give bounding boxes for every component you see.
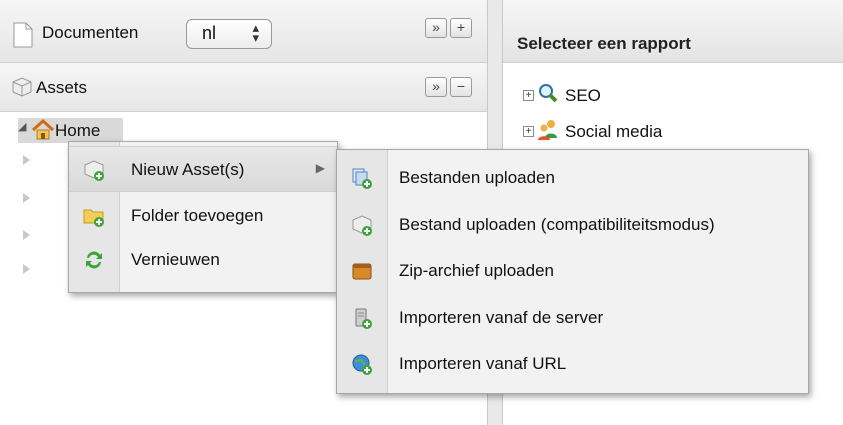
add-documents-panel-button[interactable]: + <box>450 18 472 38</box>
report-label: SEO <box>565 86 601 105</box>
files-upload-icon <box>352 168 372 189</box>
magnifier-icon <box>539 84 558 103</box>
assets-header: Assets » − <box>0 63 487 112</box>
language-select[interactable]: nl ▴ ▾ <box>186 19 272 49</box>
menu-item-upload-compat[interactable]: Bestand uploaden (compatibiliteitsmodus) <box>337 202 808 246</box>
documents-header: Documenten nl ▴ ▾ » + <box>0 0 487 63</box>
collapsed-arrow-icon[interactable] <box>23 193 30 203</box>
report-header: Selecteer een rapport <box>503 0 843 63</box>
document-icon <box>13 22 33 48</box>
collapse-assets-button[interactable]: − <box>450 77 472 97</box>
collapsed-arrow-icon[interactable] <box>23 155 30 165</box>
menu-item-add-folder[interactable]: Folder toevoegen <box>69 193 337 237</box>
collapsed-arrow-icon[interactable] <box>23 230 30 240</box>
assets-icon <box>12 77 32 97</box>
new-assets-submenu: Bestanden uploaden Bestand uploaden (com… <box>336 149 809 394</box>
folder-add-icon <box>83 209 104 227</box>
globe-import-icon <box>352 354 372 375</box>
server-import-icon <box>355 308 372 329</box>
menu-item-new-assets[interactable]: Nieuw Asset(s) ▶ <box>69 146 337 192</box>
zip-archive-icon <box>352 263 372 280</box>
report-item-social-media[interactable]: + Social media <box>523 118 723 144</box>
assets-label: Assets <box>36 78 88 97</box>
new-asset-icon <box>84 160 104 181</box>
documents-label: Documenten <box>42 23 139 42</box>
menu-item-upload-files[interactable]: Bestanden uploaden <box>337 155 808 199</box>
tree-item-home[interactable]: ◢ Home <box>18 118 123 143</box>
expanded-arrow-icon: ◢ <box>18 121 27 133</box>
expand-plus-icon[interactable]: + <box>523 90 534 101</box>
report-label: Social media <box>565 122 663 141</box>
expand-assets-button[interactable]: » <box>425 77 447 97</box>
menu-item-upload-zip[interactable]: Zip-archief uploaden <box>337 248 808 292</box>
asset-upload-icon <box>352 215 372 236</box>
menu-item-import-server[interactable]: Importeren vanaf de server <box>337 295 808 339</box>
report-header-title: Selecteer een rapport <box>517 34 691 53</box>
expand-documents-button[interactable]: » <box>425 18 447 38</box>
submenu-arrow-icon: ▶ <box>315 161 325 175</box>
refresh-icon <box>86 251 102 269</box>
report-item-seo[interactable]: + SEO <box>523 82 723 108</box>
select-arrows-icon: ▴ ▾ <box>252 20 259 45</box>
menu-item-refresh[interactable]: Vernieuwen <box>69 237 337 281</box>
menu-item-import-url[interactable]: Importeren vanaf URL <box>337 341 808 385</box>
collapsed-arrow-icon[interactable] <box>23 264 30 274</box>
expand-plus-icon[interactable]: + <box>523 126 534 137</box>
tree-item-label: Home <box>55 121 101 140</box>
context-menu: Nieuw Asset(s) ▶ Folder toevoegen Vernie… <box>68 141 338 293</box>
users-icon <box>538 120 557 140</box>
home-icon <box>31 119 55 140</box>
